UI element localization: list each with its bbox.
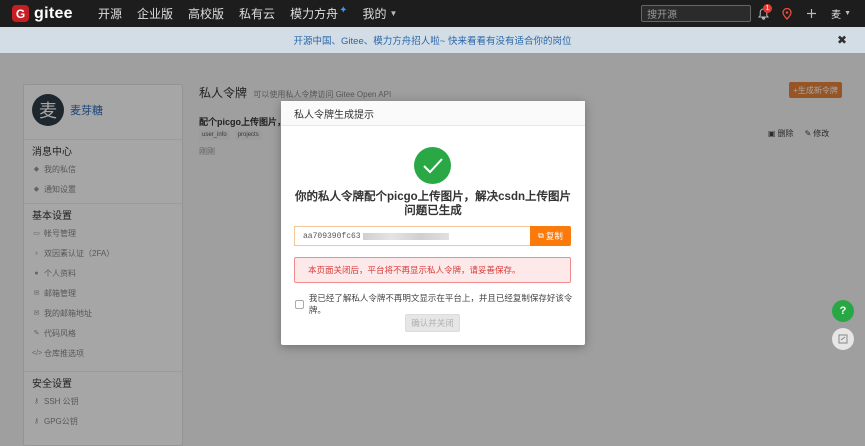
search-input[interactable]: 搜开源 [641, 5, 752, 22]
confirm-label[interactable]: 我已经了解私人令牌不再明文显示在平台上，并且已经复制保存好该令牌。 [309, 292, 585, 316]
location-button[interactable] [775, 0, 799, 27]
confirm-close-button[interactable]: 确认并关闭 [405, 314, 460, 332]
sparkle-icon: ✦ [339, 5, 348, 16]
token-row: aa709390fc63 ⧉ 复制 [294, 226, 571, 246]
token-generated-modal: 私人令牌生成提示 你的私人令牌配个picgo上传图片，解决csdn上传图片问题已… [281, 101, 585, 345]
user-label: 麦 [831, 10, 842, 21]
token-field[interactable]: aa709390fc63 [294, 226, 530, 246]
gitee-logo-icon: G [12, 5, 29, 22]
feedback-button[interactable] [832, 328, 854, 350]
chevron-down-icon: ▼ [844, 10, 851, 17]
nav-mine[interactable]: 我的 ▼ [362, 5, 397, 22]
user-menu[interactable]: 麦 ▼ [831, 6, 851, 21]
token-redacted [362, 232, 449, 240]
modal-backdrop-top [0, 27, 865, 53]
success-check-icon [414, 147, 451, 184]
copy-label: 复制 [545, 231, 563, 241]
warning-message: 本页面关闭后，平台将不再显示私人令牌，请妥善保存。 [294, 257, 571, 283]
nav-enterprise[interactable]: 企业版 [137, 5, 173, 22]
confirm-checkbox[interactable] [295, 299, 304, 309]
gitee-logo[interactable]: G gitee [12, 5, 78, 23]
modal-title: 私人令牌生成提示 [281, 101, 585, 126]
token-value: aa709390fc63 [303, 231, 361, 241]
notification-button[interactable]: 1 [751, 0, 775, 27]
nav-mali-label: 模力方舟 [290, 7, 339, 21]
nav-private-cloud[interactable]: 私有云 [239, 5, 275, 22]
top-navbar: G gitee 开源 企业版 高校版 私有云 模力方舟 ✦ 我的 ▼ 搜开源 1… [0, 0, 865, 27]
nav-links: 开源 企业版 高校版 私有云 模力方舟 ✦ 我的 ▼ [98, 5, 412, 22]
modal-message: 你的私人令牌配个picgo上传图片，解决csdn上传图片问题已生成 [295, 191, 572, 217]
gitee-logo-text: gitee [34, 4, 73, 22]
confirm-row[interactable]: 我已经了解私人令牌不再明文显示在平台上，并且已经复制保存好该令牌。 [295, 292, 585, 316]
chevron-down-icon: ▼ [389, 9, 398, 18]
nav-mali[interactable]: 模力方舟 ✦ [290, 5, 347, 22]
create-button[interactable] [799, 0, 823, 27]
nav-mine-label: 我的 [362, 7, 387, 21]
plus-icon [806, 9, 816, 18]
copy-icon: ⧉ [538, 231, 544, 240]
nav-open-source[interactable]: 开源 [98, 5, 122, 22]
map-pin-icon [782, 7, 792, 20]
nav-university[interactable]: 高校版 [188, 5, 224, 22]
copy-button[interactable]: ⧉ 复制 [530, 226, 571, 246]
note-icon [838, 334, 848, 344]
nav-right: 搜开源 1 麦 ▼ [641, 0, 865, 27]
check-icon [422, 157, 443, 173]
help-button[interactable]: ? [832, 300, 854, 322]
notification-badge: 1 [763, 4, 773, 13]
